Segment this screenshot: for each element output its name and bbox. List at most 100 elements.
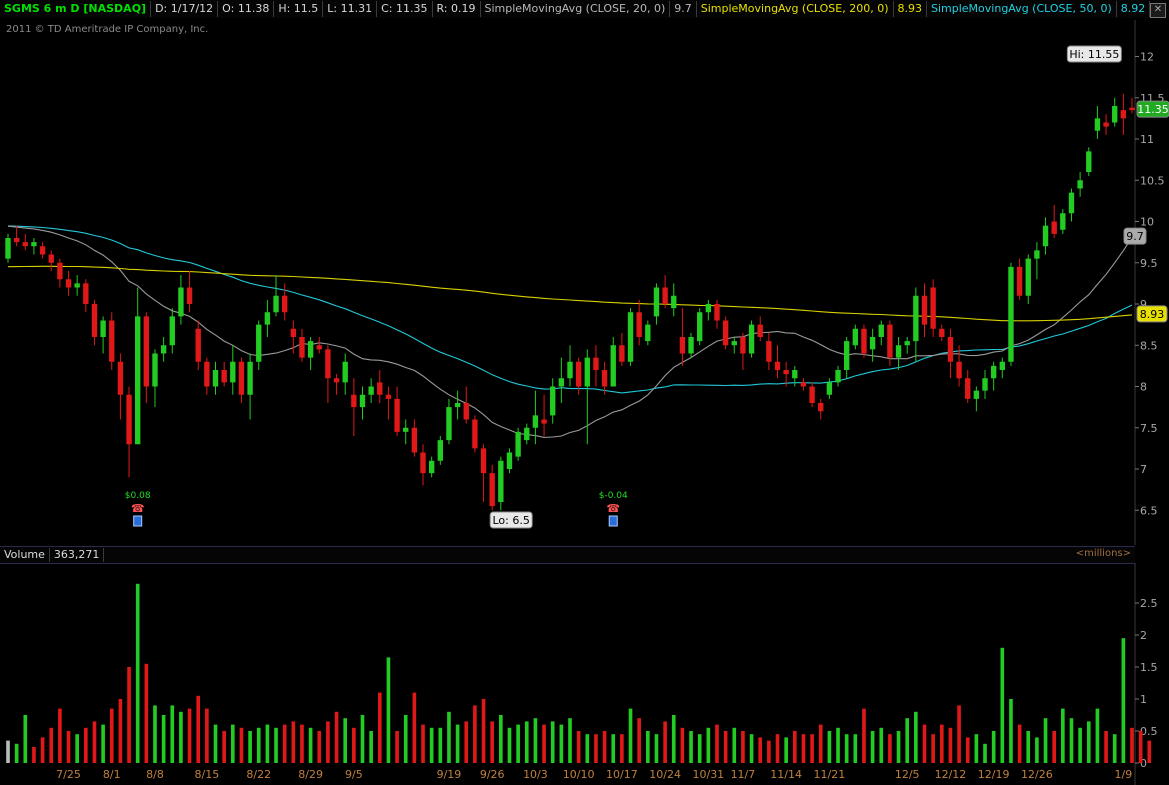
volume-bar <box>6 740 10 763</box>
volume-bar <box>403 715 408 763</box>
candle-body <box>1120 110 1127 119</box>
volume-bar <box>637 718 641 763</box>
volume-chart[interactable]: 00.511.522.5 <box>0 563 1169 785</box>
candle-body <box>377 382 383 395</box>
volume-tick-label: 2 <box>1140 629 1147 642</box>
date-tick-label: 10/31 <box>692 768 724 781</box>
candle-body <box>956 361 962 379</box>
volume-bar <box>1130 727 1134 763</box>
candle-body <box>480 448 487 474</box>
volume-bar <box>792 731 797 763</box>
volume-bar <box>1035 737 1039 763</box>
volume-bar <box>749 734 754 763</box>
volume-bar <box>732 727 737 763</box>
volume-label[interactable]: Volume <box>0 548 50 562</box>
volume-bar <box>1138 731 1143 763</box>
price-tick-label: 8.5 <box>1140 339 1158 352</box>
volume-bar <box>905 718 910 763</box>
volume-bar <box>914 711 918 763</box>
candle-body <box>697 312 703 342</box>
volume-bar <box>412 692 417 763</box>
candle-body <box>843 341 850 370</box>
volume-bar <box>1017 724 1022 763</box>
volume-bar <box>360 715 365 763</box>
price-tick-label: 8 <box>1140 381 1147 394</box>
candle-body <box>921 295 928 325</box>
candle-body <box>1103 122 1109 127</box>
candle-body <box>1016 266 1023 296</box>
volume-bar <box>14 743 19 763</box>
low-callout: Lo: 6.5 <box>489 511 533 529</box>
candle-body <box>273 295 279 313</box>
volume-bar <box>922 724 927 763</box>
candle-body <box>835 370 841 383</box>
volume-bar <box>58 708 62 763</box>
candle-body <box>403 427 409 432</box>
volume-bar <box>101 724 105 763</box>
candle-body <box>757 324 763 337</box>
date-tick-label: 1/9 <box>1115 768 1133 781</box>
candle-body <box>999 361 1005 370</box>
candle-body <box>160 345 167 354</box>
volume-header: Volume 363,271 <box>0 546 1135 564</box>
candle-body <box>679 337 686 354</box>
date-tick-label: 8/15 <box>195 768 220 781</box>
volume-bar <box>1112 734 1117 763</box>
volume-bar <box>144 663 149 763</box>
volume-bar <box>464 721 469 763</box>
volume-bar <box>723 731 728 763</box>
candle-body <box>887 324 893 358</box>
candle-body <box>359 394 366 408</box>
candle-body <box>930 287 936 329</box>
volume-bar <box>308 727 313 763</box>
volume-bar <box>939 724 944 763</box>
volume-bar <box>274 727 278 763</box>
volume-bar <box>1095 708 1100 763</box>
volume-bar <box>256 727 261 763</box>
candle-body <box>740 337 746 354</box>
candle-body <box>446 407 452 441</box>
candle-body <box>705 304 712 313</box>
candle-body <box>1129 107 1135 111</box>
volume-bar <box>1052 731 1057 763</box>
volume-bar <box>438 727 443 763</box>
candle-body <box>809 386 815 403</box>
candle-body <box>117 361 124 395</box>
volume-bar <box>49 727 54 763</box>
candle-body <box>472 419 478 449</box>
candle-body <box>895 345 902 358</box>
date-tick-label: 8/8 <box>146 768 164 781</box>
candle-body <box>662 287 668 304</box>
candle-body <box>48 254 54 263</box>
volume-bar <box>213 724 218 763</box>
candle-body <box>818 403 824 412</box>
volume-bar <box>196 695 201 763</box>
candle-body <box>368 386 374 395</box>
volume-bar <box>473 705 477 763</box>
date-tick-label: 10/17 <box>606 768 638 781</box>
candle-body <box>826 382 833 395</box>
price-chart[interactable]: 6.577.588.599.51010.51111.512Hi: 11.55Lo… <box>0 0 1169 545</box>
sma20-tag: 9.7 <box>1123 227 1147 245</box>
volume-bar <box>1026 731 1031 763</box>
volume-bar <box>784 737 788 763</box>
volume-bar <box>741 731 745 763</box>
volume-tick-label: 2.5 <box>1140 597 1158 610</box>
candle-body <box>584 357 590 387</box>
candle-body <box>143 316 150 387</box>
date-tick-label: 11/7 <box>731 768 756 781</box>
price-tick-label: 7 <box>1140 463 1147 476</box>
candle-body <box>109 320 115 362</box>
volume-bar <box>645 731 650 763</box>
volume-bar <box>187 708 192 763</box>
volume-bar <box>1147 740 1152 763</box>
price-tick-label: 10 <box>1140 216 1154 229</box>
candle-body <box>1060 213 1066 230</box>
date-tick-label: 11/14 <box>770 768 802 781</box>
sma20-tag-text: 9.7 <box>1126 230 1144 243</box>
volume-bar <box>1069 718 1074 763</box>
candle-body <box>1008 266 1014 362</box>
volume-bar <box>66 731 71 763</box>
candle-body <box>31 242 37 247</box>
candle-body <box>195 328 201 362</box>
